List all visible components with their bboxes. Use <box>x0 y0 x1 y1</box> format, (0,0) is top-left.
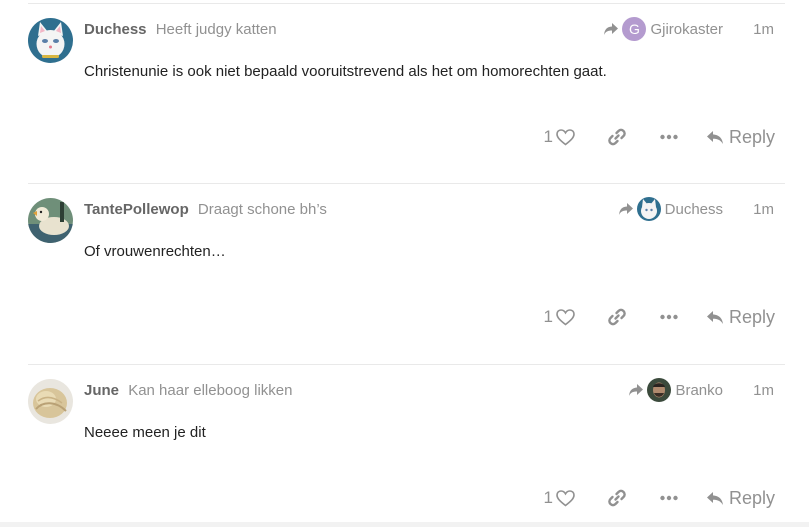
poster-names: Duchess Heeft judgy katten <box>84 21 277 38</box>
reply-button[interactable]: Reply <box>706 127 775 148</box>
like-count[interactable]: 1 <box>544 127 553 147</box>
post-june: June Kan haar elleboog likken Branko 1m … <box>28 364 785 523</box>
user-title: Draagt schone bh’s <box>197 201 327 218</box>
post-tantepollewop: TantePollewop Draagt schone bh’s Duchess… <box>28 183 785 365</box>
reply-to-name: Branko <box>675 381 723 399</box>
avatar[interactable] <box>28 18 73 63</box>
post-date[interactable]: 1m <box>753 201 774 218</box>
link-icon[interactable] <box>608 308 626 326</box>
heart-icon[interactable] <box>556 308 575 326</box>
bottom-divider <box>0 522 809 527</box>
hair-avatar-image <box>28 379 73 424</box>
reply-button[interactable]: Reply <box>706 488 775 509</box>
post-controls: 1 Reply <box>544 306 776 328</box>
reply-to-tab[interactable]: Branko <box>628 377 723 403</box>
reply-button[interactable]: Reply <box>706 307 775 328</box>
link-icon[interactable] <box>608 128 626 146</box>
username[interactable]: Duchess <box>84 21 147 38</box>
reply-icon <box>706 310 723 324</box>
reply-to-name: Duchess <box>664 200 723 218</box>
cat-avatar-image <box>28 18 73 63</box>
reply-to-avatar <box>647 378 672 402</box>
user-title: Heeft judgy katten <box>155 21 277 38</box>
avatar[interactable] <box>28 379 73 424</box>
duck-avatar-image <box>28 198 73 243</box>
reply-to-avatar: G <box>622 17 647 41</box>
username[interactable]: TantePollewop <box>84 201 189 218</box>
share-arrow-icon <box>618 203 633 215</box>
post-duchess: Duchess Heeft judgy katten G Gjirokaster… <box>28 3 785 184</box>
post-date[interactable]: 1m <box>753 382 774 399</box>
post-content: Christenunie is ook niet bepaald vooruit… <box>84 63 607 80</box>
share-arrow-icon <box>604 23 619 35</box>
share-arrow-icon <box>629 384 644 396</box>
reply-label: Reply <box>728 306 775 327</box>
like-count[interactable]: 1 <box>544 488 553 508</box>
post-date[interactable]: 1m <box>753 21 774 38</box>
link-icon[interactable] <box>608 489 626 507</box>
reply-icon <box>706 491 723 505</box>
reply-to-avatar <box>636 197 661 221</box>
reply-to-tab[interactable]: G Gjirokaster <box>603 16 723 42</box>
post-content: Of vrouwenrechten… <box>84 243 226 260</box>
user-title: Kan haar elleboog likken <box>128 382 293 399</box>
reply-to-name: Gjirokaster <box>650 20 723 38</box>
avatar[interactable] <box>28 198 73 243</box>
ellipsis-icon[interactable] <box>660 134 678 140</box>
poster-names: TantePollewop Draagt schone bh’s <box>84 201 327 218</box>
heart-icon[interactable] <box>556 128 575 146</box>
like-count[interactable]: 1 <box>544 307 553 327</box>
ellipsis-icon[interactable] <box>660 495 678 501</box>
poster-names: June Kan haar elleboog likken <box>84 382 292 399</box>
heart-icon[interactable] <box>556 489 575 507</box>
reply-label: Reply <box>728 487 775 508</box>
username[interactable]: June <box>84 382 119 399</box>
post-controls: 1 Reply <box>544 487 776 509</box>
post-content: Neeee meen je dit <box>84 424 206 441</box>
post-controls: 1 Reply <box>544 126 776 148</box>
ellipsis-icon[interactable] <box>660 314 678 320</box>
reply-to-tab[interactable]: Duchess <box>618 196 723 222</box>
reply-icon <box>706 130 723 144</box>
reply-label: Reply <box>728 126 775 147</box>
